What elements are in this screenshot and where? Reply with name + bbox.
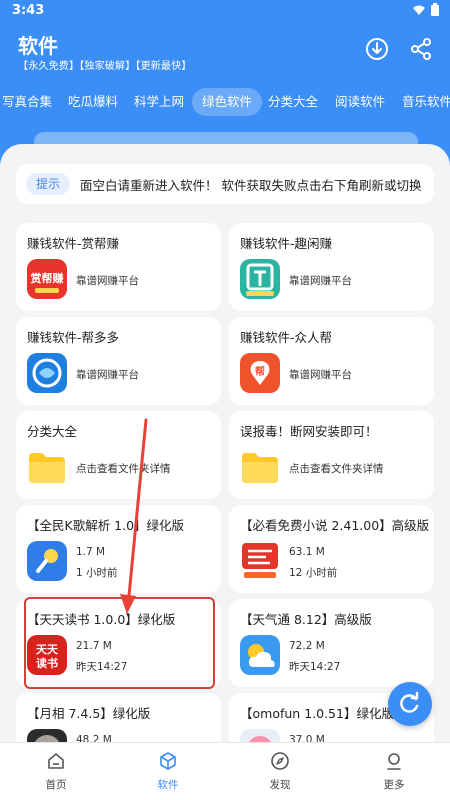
folder-icon <box>27 447 67 487</box>
app-time: 昨天14:27 <box>76 661 128 673</box>
tab-kexue[interactable]: 科学上网 <box>124 88 194 116</box>
category-tabs: 写真合集 吃瓜爆料 科学上网 绿色软件 分类大全 阅读软件 音乐软件 <box>0 88 450 116</box>
app-card-title: 赚钱软件-赏帮赚 <box>27 236 120 251</box>
svg-text:天天: 天天 <box>36 643 59 656</box>
app-card-title: 【全民K歌解析 1.0】绿化版 <box>27 518 185 533</box>
app-time: 1 小时前 <box>76 567 118 579</box>
app-card-title: 赚钱软件-趣闲赚 <box>240 236 333 251</box>
folder-card-desc: 点击查看文件夹详情 <box>289 463 384 475</box>
nav-label: 软件 <box>157 779 179 791</box>
box-icon <box>160 752 176 770</box>
app-card[interactable]: 赚钱软件-赏帮赚 赏帮赚 靠谱网赚平台 <box>16 223 221 311</box>
app-card[interactable]: 【全民K歌解析 1.0】绿化版 1.7 M 1 小时前 <box>16 505 221 593</box>
tiantian-dushu-app-icon: 天天 读书 <box>27 635 67 675</box>
notice-bar: 提示 面空白请重新进入软件！ 软件获取失败点击右下角刷新或切换 <box>16 164 434 204</box>
shangbangzhuan-app-icon: 赏帮赚 <box>27 259 67 299</box>
folder-card-title: 分类大全 <box>27 424 78 439</box>
novel-app-icon <box>240 541 280 581</box>
app-time: 昨天14:27 <box>289 661 341 673</box>
app-card-title: 赚钱软件-众人帮 <box>240 330 333 345</box>
app-card-desc: 靠谱网赚平台 <box>289 369 352 381</box>
folder-card-title: 误报毒！断网安装即可！ <box>240 424 378 439</box>
app-card-desc: 靠谱网赚平台 <box>76 275 139 287</box>
tab-xiezhen[interactable]: 写真合集 <box>0 88 62 116</box>
tab-chigua[interactable]: 吃瓜爆料 <box>58 88 128 116</box>
notice-badge: 提示 <box>26 173 71 195</box>
tab-fenlei[interactable]: 分类大全 <box>258 88 328 116</box>
folder-icon <box>240 447 280 487</box>
tab-lvse-active[interactable]: 绿色软件 <box>192 88 263 116</box>
status-time: 3:43 <box>12 3 45 18</box>
app-card-title: 【月相 7.4.5】绿化版 <box>27 706 151 721</box>
compass-icon <box>271 752 289 770</box>
nav-home[interactable]: 首页 <box>26 751 86 795</box>
app-size: 63.1 M <box>289 546 325 558</box>
download-icon <box>366 38 388 60</box>
app-card-title: 【omofun 1.0.51】绿化版 <box>240 706 394 721</box>
wifi-icon <box>413 5 425 15</box>
refresh-icon <box>400 691 419 713</box>
app-card[interactable]: 赚钱软件-众人帮 帮 靠谱网赚平台 <box>229 317 434 405</box>
quxianzhuan-app-icon <box>240 259 280 299</box>
app-card[interactable]: 赚钱软件-趣闲赚 靠谱网赚平台 <box>229 223 434 311</box>
nav-label: 发现 <box>269 779 291 791</box>
zhongrenbang-app-icon: 帮 <box>240 353 280 393</box>
status-bar: 3:43 <box>0 0 450 22</box>
app-card[interactable]: 【天天读书 1.0.0】绿化版 天天 读书 21.7 M 昨天14:27 <box>16 599 221 687</box>
home-icon <box>48 753 64 769</box>
page-subtitle: 【永久免费】【独家破解】【更新最快】 <box>18 61 192 72</box>
app-card[interactable]: 赚钱软件-帮多多 靠谱网赚平台 <box>16 317 221 405</box>
status-icons <box>412 3 440 17</box>
svg-text:读书: 读书 <box>36 656 58 670</box>
nav-more[interactable]: 更多 <box>364 751 424 795</box>
bottom-nav: 首页 软件 发现 更多 <box>0 742 450 800</box>
main-panel: 提示 面空白请重新进入软件！ 软件获取失败点击右下角刷新或切换 赚钱软件-赏帮赚… <box>0 144 450 800</box>
share-icon <box>411 38 431 60</box>
app-card-title: 【必看免费小说 2.41.00】高级版 <box>240 518 430 533</box>
app-card-title: 赚钱软件-帮多多 <box>27 330 120 345</box>
app-time: 12 小时前 <box>289 567 338 579</box>
app-header: 软件 【永久免费】【独家破解】【更新最快】 <box>0 22 450 88</box>
folder-card[interactable]: 分类大全 点击查看文件夹详情 <box>16 411 221 499</box>
weather-app-icon <box>240 635 280 675</box>
notice-text: 面空白请重新进入软件！ 软件获取失败点击右下角刷新或切换 <box>80 178 422 193</box>
battery-icon <box>431 3 439 16</box>
bangduoduo-app-icon <box>27 353 67 393</box>
nav-discover[interactable]: 发现 <box>250 751 310 795</box>
app-size: 72.2 M <box>289 640 325 652</box>
share-button[interactable] <box>408 36 434 62</box>
folder-card[interactable]: 误报毒！断网安装即可！ 点击查看文件夹详情 <box>229 411 434 499</box>
svg-text:帮: 帮 <box>255 365 265 378</box>
app-card-desc: 靠谱网赚平台 <box>76 369 139 381</box>
download-button[interactable] <box>364 36 390 62</box>
refresh-button[interactable] <box>388 682 432 726</box>
app-card[interactable]: 【必看免费小说 2.41.00】高级版 63.1 M 12 小时前 <box>229 505 434 593</box>
nav-software-active[interactable]: 软件 <box>138 751 198 795</box>
app-size: 1.7 M <box>76 546 106 558</box>
folder-card-desc: 点击查看文件夹详情 <box>76 463 171 475</box>
nav-label: 首页 <box>45 779 67 791</box>
app-card[interactable]: 【天气通 8.12】高级版 72.2 M 昨天14:27 <box>229 599 434 687</box>
svg-text:赏帮赚: 赏帮赚 <box>31 271 64 285</box>
tab-yinyue[interactable]: 音乐软件 <box>392 88 450 116</box>
user-icon <box>387 753 401 770</box>
app-card-title: 【天气通 8.12】高级版 <box>240 612 372 627</box>
microphone-app-icon <box>27 541 67 581</box>
app-size: 21.7 M <box>76 640 112 652</box>
tab-yuedu[interactable]: 阅读软件 <box>325 88 395 116</box>
nav-label: 更多 <box>383 779 405 791</box>
page-title: 软件 <box>18 34 58 58</box>
app-card-desc: 靠谱网赚平台 <box>289 275 352 287</box>
app-card-title: 【天天读书 1.0.0】绿化版 <box>27 612 176 627</box>
